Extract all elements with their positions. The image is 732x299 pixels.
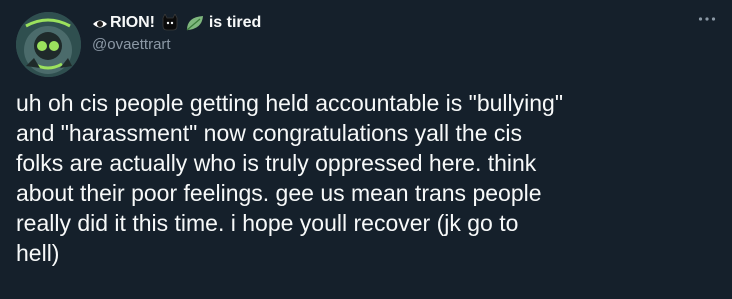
tweet-text-line: uh oh cis people getting held accountabl… — [16, 90, 563, 116]
user-handle[interactable]: @ovaettrart — [92, 36, 261, 53]
tweet-text-line: and "harassment" now congratulations yal… — [16, 120, 522, 146]
black-cat-icon — [160, 13, 180, 32]
display-name[interactable]: RION! — [110, 14, 155, 32]
tweet-text-line: really did it this time. i hope youll re… — [16, 210, 519, 236]
more-options-button[interactable] — [696, 8, 718, 30]
status-text: is tired — [208, 14, 262, 31]
tweet-text: uh oh cis people getting held accountabl… — [16, 88, 724, 268]
leaf-icon — [185, 14, 205, 32]
avatar[interactable] — [16, 12, 81, 77]
tweet-text-line: folks are actually who is truly oppresse… — [16, 150, 537, 176]
tweet-text-line: hell) — [16, 240, 60, 266]
tweet-header: RION! is tired @ovaettrart — [92, 12, 261, 53]
more-options-icon — [698, 17, 716, 21]
name-row[interactable]: RION! is tired — [92, 12, 261, 34]
tweet-card: RION! is tired @ovaettrart uh oh cis peo… — [0, 0, 732, 299]
eye-icon — [92, 17, 108, 29]
tweet-text-line: about their poor feelings. gee us mean t… — [16, 180, 542, 206]
avatar-image — [16, 12, 81, 77]
